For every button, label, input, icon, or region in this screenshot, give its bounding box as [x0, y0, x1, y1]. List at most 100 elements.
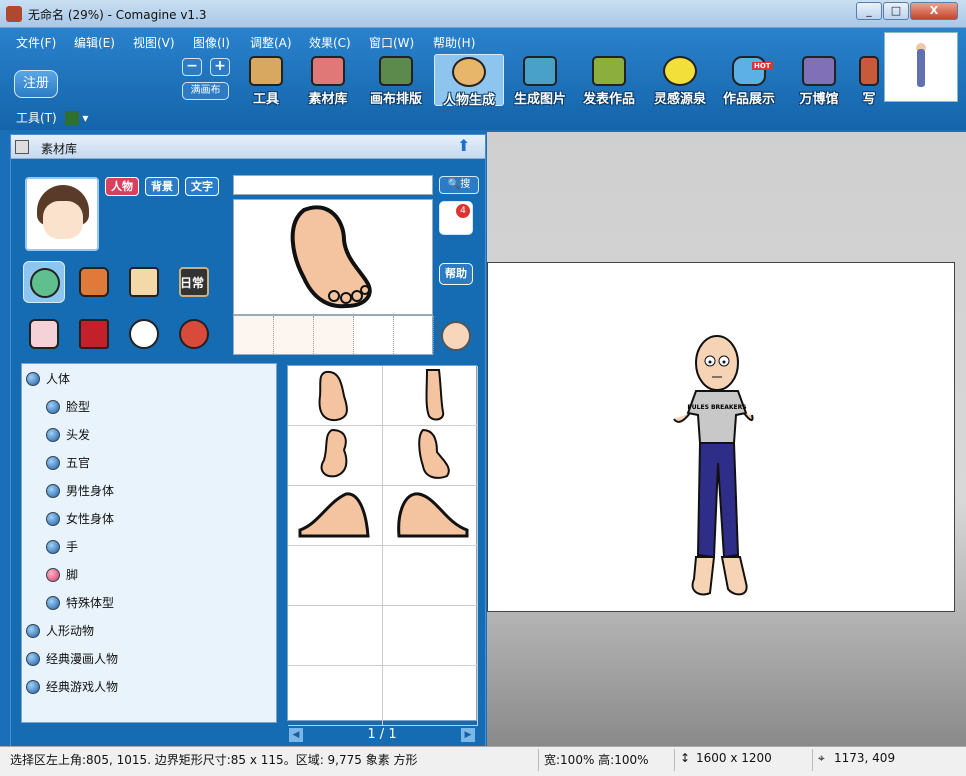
showcase-button[interactable]: HOT 作品展示 — [716, 54, 782, 107]
tree-bullet-icon — [26, 372, 40, 386]
category-house[interactable] — [123, 261, 165, 303]
asset-cell[interactable] — [288, 486, 383, 546]
asset-cell[interactable] — [383, 486, 478, 546]
tree-bullet-icon — [46, 456, 60, 470]
tools-dropdown[interactable]: 工具(T) ▾ — [16, 109, 88, 126]
idea-button[interactable]: 灵感源泉 — [646, 54, 714, 107]
category-clothes[interactable] — [73, 261, 115, 303]
category-cake[interactable] — [23, 313, 65, 355]
collapse-up-icon[interactable]: ⬆ — [457, 137, 473, 155]
zoom-out-button[interactable]: − — [182, 58, 202, 76]
asset-cell[interactable] — [383, 426, 478, 486]
search-button[interactable]: 🔍搜 — [439, 176, 479, 194]
category-character-head[interactable] — [23, 261, 65, 303]
menu-effects[interactable]: 效果(C) — [309, 34, 351, 51]
variant-thumb[interactable] — [394, 316, 434, 354]
status-divider — [538, 749, 539, 771]
museum-button[interactable]: 万博馆 — [786, 54, 852, 107]
variant-thumb[interactable] — [274, 316, 314, 354]
maximize-button[interactable]: □ — [883, 2, 909, 20]
tree-item[interactable]: 脸型 — [46, 398, 90, 418]
character-generator-button[interactable]: 人物生成 — [434, 54, 504, 108]
menu-adjust[interactable]: 调整(A) — [250, 34, 292, 51]
tree-item[interactable]: 手 — [46, 538, 78, 558]
menu-window[interactable]: 窗口(W) — [369, 34, 414, 51]
export-image-button[interactable]: 生成图片 — [506, 54, 574, 107]
asset-cell[interactable] — [383, 606, 478, 666]
zoom-info: 宽:100% 高:100% — [544, 753, 649, 767]
prev-page-icon[interactable]: ◀ — [289, 728, 303, 742]
register-button[interactable]: 注册 — [14, 70, 58, 98]
asset-cell[interactable] — [288, 426, 383, 486]
clothes-icon — [79, 267, 109, 297]
tree-item[interactable]: 女性身体 — [46, 510, 114, 530]
close-button[interactable]: X — [910, 2, 958, 20]
tree-item[interactable]: 人形动物 — [26, 622, 94, 642]
status-bar: 选择区左上角:805, 1015. 边界矩形尺寸:85 x 115。区域: 9,… — [0, 746, 966, 776]
category-cat[interactable] — [123, 313, 165, 355]
tree-item-selected[interactable]: 脚 — [46, 566, 78, 586]
cursor-icon: ⌖ — [818, 751, 825, 765]
canvas-thumbnail[interactable] — [884, 32, 958, 102]
tree-item[interactable]: 男性身体 — [46, 482, 114, 502]
foot-thumbnail — [397, 492, 469, 538]
asset-cell[interactable] — [383, 666, 478, 726]
shirt-text: PULES BREAKERS — [687, 404, 746, 411]
tree-item[interactable]: 经典漫画人物 — [26, 650, 118, 670]
tree-item[interactable]: 五官 — [46, 454, 90, 474]
panel-title: 素材库 — [41, 142, 78, 156]
tree-bullet-icon — [46, 484, 60, 498]
library-button[interactable]: 素材库 — [296, 54, 360, 107]
variant-strip — [233, 315, 434, 355]
variant-thumb[interactable] — [234, 316, 274, 354]
publish-icon — [592, 56, 626, 86]
layout-button[interactable]: 画布排版 — [364, 54, 428, 107]
tree-item[interactable]: 头发 — [46, 426, 90, 446]
asset-cell[interactable] — [383, 546, 478, 606]
menu-help[interactable]: 帮助(H) — [433, 34, 475, 51]
tab-text[interactable]: 文字 — [185, 177, 219, 196]
category-daily[interactable]: 日常 — [173, 261, 215, 303]
tree-item[interactable]: 特殊体型 — [46, 594, 114, 614]
asset-cell[interactable] — [288, 606, 383, 666]
chevron-down-icon: ▾ — [82, 111, 89, 125]
character-figure[interactable]: PULES BREAKERS — [488, 263, 954, 611]
variant-thumb[interactable] — [314, 316, 354, 354]
export-image-icon — [523, 56, 557, 86]
write-button[interactable]: 写 — [856, 54, 882, 106]
asset-cell[interactable] — [383, 366, 478, 426]
category-tree: 人体 脸型 头发 五官 男性身体 女性身体 手 脚 特殊体型 人形动物 经典漫画… — [21, 363, 277, 723]
tab-characters[interactable]: 人物 — [105, 177, 139, 196]
minimize-button[interactable]: _ — [856, 2, 882, 20]
foot-thumbnail — [298, 492, 370, 538]
preview-box — [233, 199, 433, 315]
pager: ◀ 1 / 1 ▶ — [287, 727, 477, 745]
write-icon — [859, 56, 879, 86]
next-page-icon[interactable]: ▶ — [461, 728, 475, 742]
menu-file[interactable]: 文件(F) — [16, 34, 56, 51]
tree-item[interactable]: 人体 — [26, 370, 70, 390]
daily-label: 日常 — [180, 276, 205, 290]
palette-icon[interactable]: 4 — [439, 201, 473, 235]
help-button[interactable]: 帮助 — [439, 263, 473, 285]
avatar[interactable] — [25, 177, 99, 251]
smiley-icon[interactable] — [441, 321, 471, 351]
drawing-canvas[interactable]: PULES BREAKERS — [487, 262, 955, 612]
canvas-area[interactable]: PULES BREAKERS — [487, 132, 966, 746]
menu-edit[interactable]: 编辑(E) — [74, 34, 115, 51]
fit-canvas-button[interactable]: 满画布 — [182, 82, 229, 100]
asset-cell[interactable] — [288, 666, 383, 726]
asset-cell[interactable] — [288, 366, 383, 426]
menu-view[interactable]: 视图(V) — [133, 34, 175, 51]
category-mystery[interactable] — [73, 313, 115, 355]
search-input[interactable] — [233, 175, 433, 195]
category-umbrella[interactable] — [173, 313, 215, 355]
publish-button[interactable]: 发表作品 — [576, 54, 642, 107]
variant-thumb[interactable] — [354, 316, 394, 354]
tools-button[interactable]: 工具 — [234, 54, 298, 107]
tree-item[interactable]: 经典游戏人物 — [26, 678, 118, 698]
menu-image[interactable]: 图像(I) — [193, 34, 230, 51]
asset-cell[interactable] — [288, 546, 383, 606]
zoom-in-button[interactable]: + — [210, 58, 230, 76]
tab-backgrounds[interactable]: 背景 — [145, 177, 179, 196]
